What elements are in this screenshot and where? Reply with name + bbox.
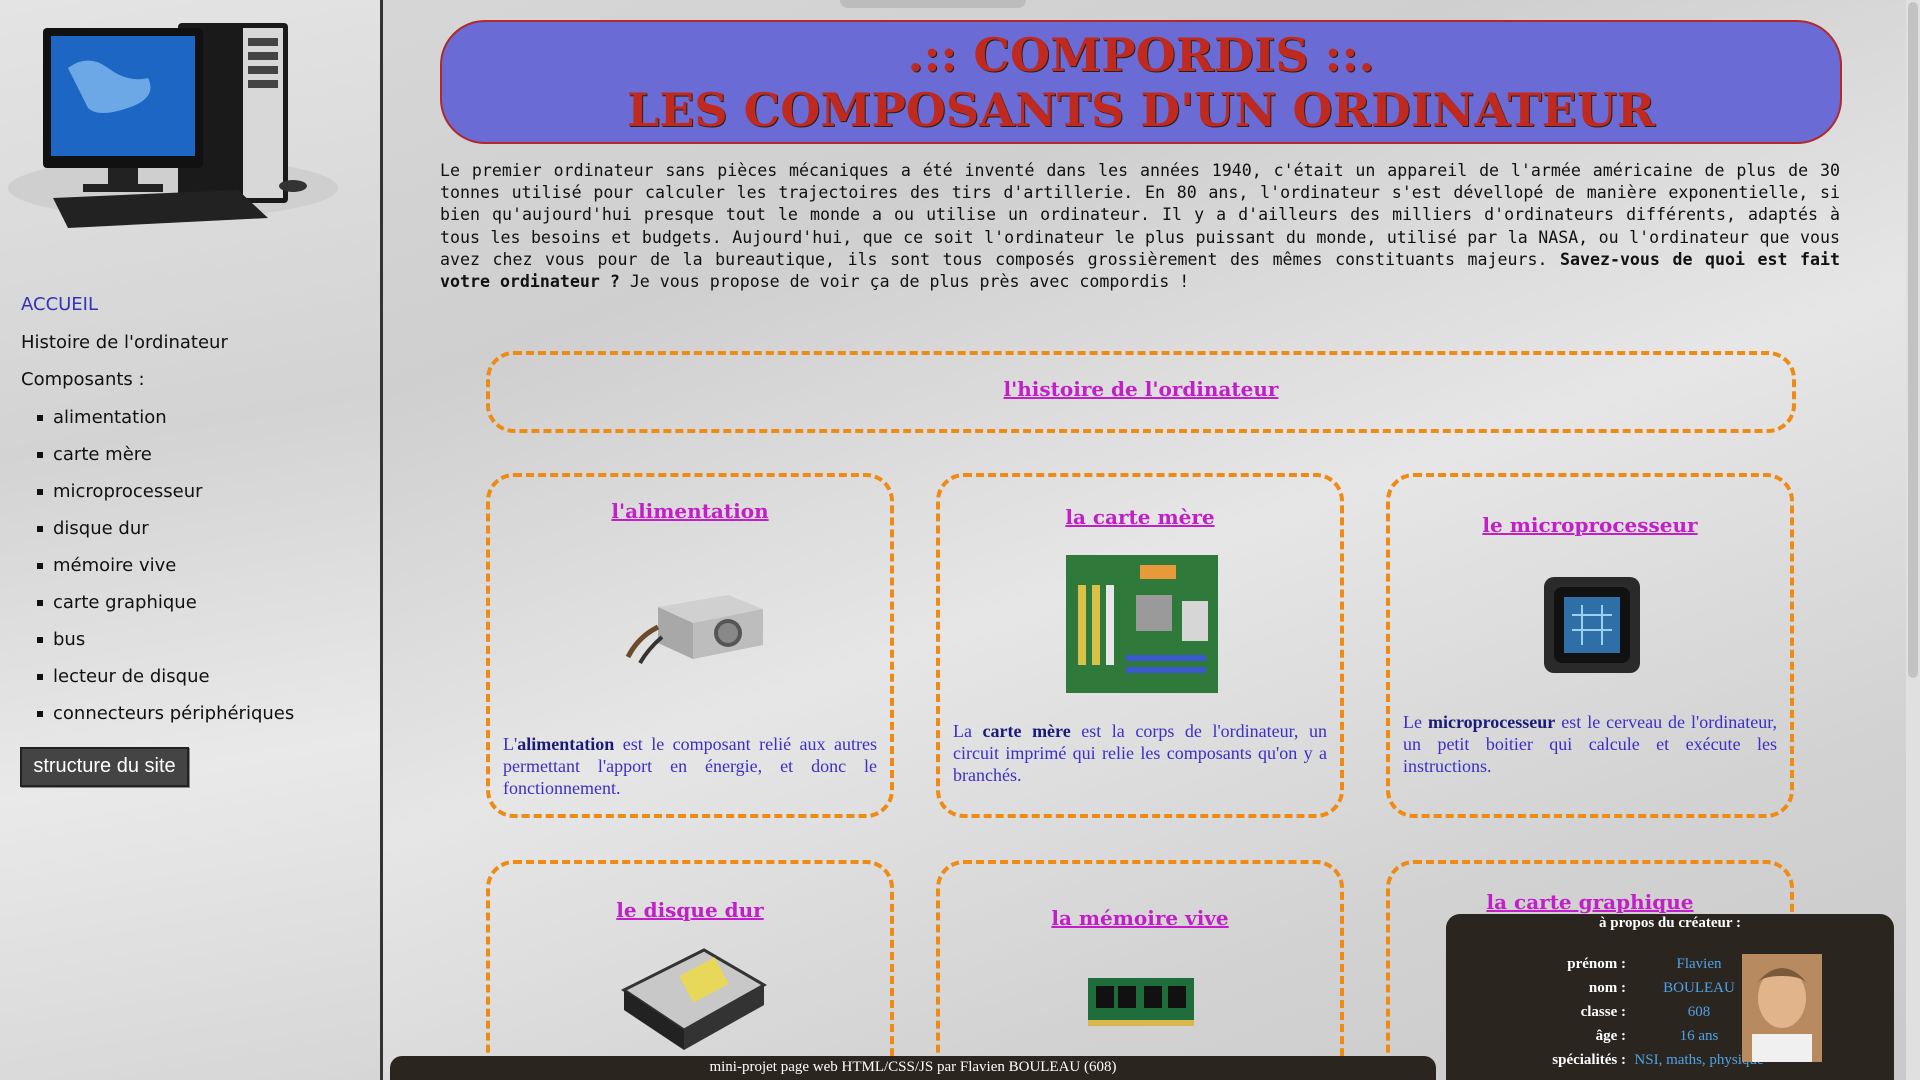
motherboard-image (1066, 555, 1218, 693)
nav-item-alimentation[interactable]: alimentation (21, 399, 294, 436)
nav-item-bus[interactable]: bus (21, 621, 294, 658)
page-scrollbar[interactable] (1906, 0, 1920, 1080)
top-tab (840, 0, 1026, 8)
about-creator-panel: à propos du créateur : prénom : Flavien n… (1446, 914, 1894, 1080)
about-table: prénom : Flavien nom : BOULEAU classe :608… (1526, 952, 1768, 1072)
card-microprocesseur: le microprocesseur Le microprocesseur es… (1386, 473, 1794, 818)
nav-home-link[interactable]: ACCUEIL (21, 286, 294, 324)
about-key: nom : (1588, 979, 1626, 996)
card-alimentation: l'alimentation L'alimentation est le com… (486, 473, 894, 818)
footer-bar: mini-projet page web HTML/CSS/JS par Fla… (390, 1056, 1436, 1080)
alimentation-link[interactable]: l'alimentation (490, 499, 890, 523)
about-heading: à propos du créateur : (1599, 915, 1741, 931)
about-key: prénom : (1567, 955, 1626, 972)
carte-mere-desc: La carte mère est la corps de l'ordinate… (953, 720, 1327, 786)
memoire-vive-link[interactable]: la mémoire vive (940, 906, 1340, 930)
site-nav: ACCUEIL Histoire de l'ordinateur Composa… (21, 286, 294, 732)
about-key: classe : (1580, 1003, 1626, 1020)
microprocesseur-desc: Le microprocesseur est le cerveau de l'o… (1403, 711, 1777, 777)
history-link[interactable]: l'histoire de l'ordinateur (490, 377, 1792, 401)
intro-paragraph: Le premier ordinateur sans pièces mécani… (440, 160, 1840, 293)
alimentation-desc: L'alimentation est le composant relié au… (503, 733, 877, 799)
site-subtitle: LES COMPOSANTS D'UN ORDINATEUR (626, 83, 1656, 137)
nav-history-link[interactable]: Histoire de l'ordinateur (21, 324, 294, 362)
components-list: alimentation carte mère microprocesseur … (21, 399, 294, 732)
nav-item-disque-dur[interactable]: disque dur (21, 510, 294, 547)
desc-pre: L' (503, 734, 518, 754)
card-carte-mere: la carte mère La carte mère est la corps… (936, 473, 1344, 818)
sidebar: ACCUEIL Histoire de l'ordinateur Composa… (0, 0, 383, 1080)
nav-item-carte-graphique[interactable]: carte graphique (21, 584, 294, 621)
carte-mere-link[interactable]: la carte mère (940, 505, 1340, 529)
microprocesseur-link[interactable]: le microprocesseur (1390, 513, 1790, 537)
card-disque-dur: le disque dur (486, 860, 894, 1080)
about-key: âge : (1595, 1027, 1626, 1044)
desc-term: alimentation (517, 734, 615, 754)
power-supply-image (625, 595, 763, 665)
nav-item-microprocesseur[interactable]: microprocesseur (21, 473, 294, 510)
nav-item-carte-mere[interactable]: carte mère (21, 436, 294, 473)
cpu-image (1544, 577, 1640, 673)
avatar (1742, 954, 1822, 1062)
structure-button[interactable]: structure du site (20, 747, 189, 787)
site-title: .:: COMPORDIS ::. (907, 28, 1375, 82)
computer-logo-icon (8, 23, 338, 228)
desc-term: carte mère (982, 721, 1071, 741)
ram-image (1088, 978, 1194, 1026)
hard-drive-image (621, 948, 768, 1050)
nav-components-label: Composants : (21, 369, 145, 390)
nav-item-connecteurs[interactable]: connecteurs périphériques (21, 695, 294, 732)
disque-dur-link[interactable]: le disque dur (490, 898, 890, 922)
desc-term: microprocesseur (1427, 712, 1556, 732)
nav-item-lecteur-de-disque[interactable]: lecteur de disque (21, 658, 294, 695)
page-title-banner: .:: COMPORDIS ::. LES COMPOSANTS D'UN OR… (440, 20, 1842, 144)
nav-item-memoire-vive[interactable]: mémoire vive (21, 547, 294, 584)
carte-graphique-link[interactable]: la carte graphique (1390, 890, 1790, 914)
intro-tail: Je vous propose de voir ça de plus près … (619, 272, 1190, 292)
card-memoire-vive: la mémoire vive (936, 860, 1344, 1080)
about-key: spécialités : (1552, 1051, 1626, 1068)
history-card: l'histoire de l'ordinateur (486, 351, 1796, 433)
desc-pre: Le (1403, 712, 1428, 732)
desc-pre: La (953, 721, 983, 741)
scrollbar-thumb[interactable] (1908, 2, 1918, 678)
